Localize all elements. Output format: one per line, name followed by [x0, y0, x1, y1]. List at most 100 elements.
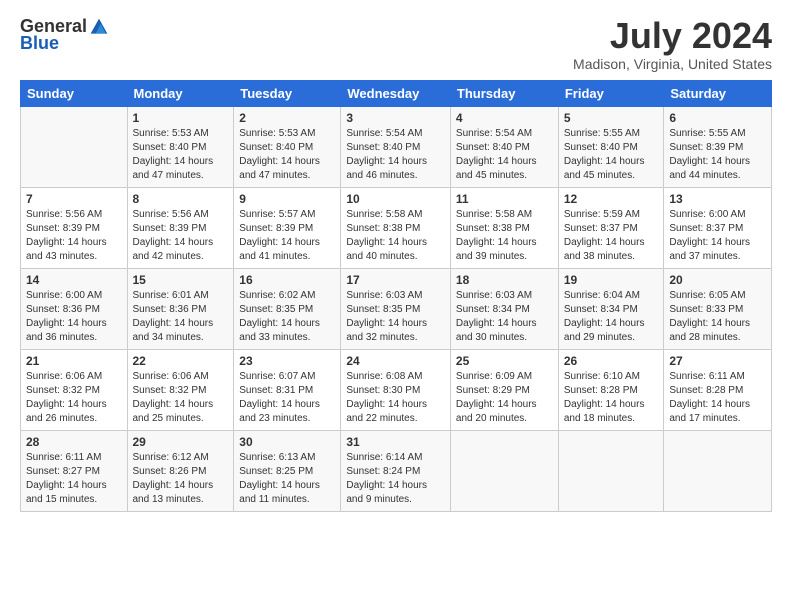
day-info: Sunrise: 6:01 AM Sunset: 8:36 PM Dayligh… — [133, 289, 229, 345]
day-info: Sunrise: 5:57 AM Sunset: 8:39 PM Dayligh… — [239, 208, 335, 264]
day-info: Sunrise: 5:56 AM Sunset: 8:39 PM Dayligh… — [133, 208, 229, 264]
day-number: 1 — [133, 111, 229, 125]
calendar-cell: 16Sunrise: 6:02 AM Sunset: 8:35 PM Dayli… — [234, 268, 341, 349]
day-number: 12 — [564, 192, 659, 206]
calendar-cell: 30Sunrise: 6:13 AM Sunset: 8:25 PM Dayli… — [234, 430, 341, 511]
day-info: Sunrise: 6:03 AM Sunset: 8:35 PM Dayligh… — [346, 289, 445, 345]
calendar-header-sunday: Sunday — [21, 80, 128, 106]
day-number: 17 — [346, 273, 445, 287]
calendar-cell: 17 Sunrise: 6:03 AM Sunset: 8:35 PM Dayli… — [341, 268, 451, 349]
day-number: 22 — [133, 354, 229, 368]
calendar-cell: 18 Sunrise: 6:03 AM Sunset: 8:34 PM Dayli… — [450, 268, 558, 349]
calendar-cell: 5 Sunrise: 5:55 AM Sunset: 8:40 PM Daylig… — [558, 106, 664, 187]
calendar-cell: 24 Sunrise: 6:08 AM Sunset: 8:30 PM Dayli… — [341, 349, 451, 430]
day-info: Sunrise: 6:05 AM Sunset: 8:33 PM Dayligh… — [669, 289, 766, 345]
day-number: 31 — [346, 435, 445, 449]
logo-blue-text: Blue — [20, 33, 59, 54]
calendar-cell: 12 Sunrise: 5:59 AM Sunset: 8:37 PM Dayli… — [558, 187, 664, 268]
day-number: 19 — [564, 273, 659, 287]
day-info: Sunrise: 6:00 AM Sunset: 8:36 PM Dayligh… — [26, 289, 122, 345]
day-info: Sunrise: 5:53 AM Sunset: 8:40 PM Dayligh… — [133, 127, 229, 183]
day-number: 24 — [346, 354, 445, 368]
calendar-header-wednesday: Wednesday — [341, 80, 451, 106]
day-number: 10 — [346, 192, 445, 206]
calendar-cell: 15 Sunrise: 6:01 AM Sunset: 8:36 PM Dayli… — [127, 268, 234, 349]
calendar-week-row: 21 Sunrise: 6:06 AM Sunset: 8:32 PM Dayli… — [21, 349, 772, 430]
day-number: 11 — [456, 192, 553, 206]
day-info: Sunrise: 6:13 AM Sunset: 8:25 PM Dayligh… — [239, 451, 335, 507]
month-title: July 2024 — [573, 16, 772, 56]
calendar-cell: 25 Sunrise: 6:09 AM Sunset: 8:29 PM Dayli… — [450, 349, 558, 430]
calendar-cell: 6Sunrise: 5:55 AM Sunset: 8:39 PM Daylig… — [664, 106, 772, 187]
day-info: Sunrise: 6:09 AM Sunset: 8:29 PM Dayligh… — [456, 370, 553, 426]
calendar-cell: 10 Sunrise: 5:58 AM Sunset: 8:38 PM Dayli… — [341, 187, 451, 268]
calendar-cell: 22 Sunrise: 6:06 AM Sunset: 8:32 PM Dayli… — [127, 349, 234, 430]
day-number: 8 — [133, 192, 229, 206]
calendar-cell: 28 Sunrise: 6:11 AM Sunset: 8:27 PM Dayli… — [21, 430, 128, 511]
day-number: 20 — [669, 273, 766, 287]
day-number: 14 — [26, 273, 122, 287]
day-info: Sunrise: 6:02 AM Sunset: 8:35 PM Dayligh… — [239, 289, 335, 345]
calendar-table: SundayMondayTuesdayWednesdayThursdayFrid… — [20, 80, 772, 512]
day-info: Sunrise: 6:04 AM Sunset: 8:34 PM Dayligh… — [564, 289, 659, 345]
day-info: Sunrise: 6:03 AM Sunset: 8:34 PM Dayligh… — [456, 289, 553, 345]
day-info: Sunrise: 5:59 AM Sunset: 8:37 PM Dayligh… — [564, 208, 659, 264]
page: General Blue July 2024 Madison, Virginia… — [0, 0, 792, 612]
day-info: Sunrise: 6:08 AM Sunset: 8:30 PM Dayligh… — [346, 370, 445, 426]
day-number: 27 — [669, 354, 766, 368]
day-info: Sunrise: 5:55 AM Sunset: 8:39 PM Dayligh… — [669, 127, 766, 183]
calendar-cell: 31 Sunrise: 6:14 AM Sunset: 8:24 PM Dayli… — [341, 430, 451, 511]
day-number: 4 — [456, 111, 553, 125]
day-info: Sunrise: 5:56 AM Sunset: 8:39 PM Dayligh… — [26, 208, 122, 264]
day-info: Sunrise: 6:07 AM Sunset: 8:31 PM Dayligh… — [239, 370, 335, 426]
day-number: 5 — [564, 111, 659, 125]
day-number: 9 — [239, 192, 335, 206]
calendar-cell: 2Sunrise: 5:53 AM Sunset: 8:40 PM Daylig… — [234, 106, 341, 187]
day-info: Sunrise: 5:54 AM Sunset: 8:40 PM Dayligh… — [346, 127, 445, 183]
day-info: Sunrise: 6:14 AM Sunset: 8:24 PM Dayligh… — [346, 451, 445, 507]
day-info: Sunrise: 6:00 AM Sunset: 8:37 PM Dayligh… — [669, 208, 766, 264]
day-number: 3 — [346, 111, 445, 125]
day-number: 15 — [133, 273, 229, 287]
day-info: Sunrise: 6:12 AM Sunset: 8:26 PM Dayligh… — [133, 451, 229, 507]
day-info: Sunrise: 5:58 AM Sunset: 8:38 PM Dayligh… — [346, 208, 445, 264]
day-info: Sunrise: 6:11 AM Sunset: 8:28 PM Dayligh… — [669, 370, 766, 426]
calendar-week-row: 28 Sunrise: 6:11 AM Sunset: 8:27 PM Dayli… — [21, 430, 772, 511]
day-info: Sunrise: 5:55 AM Sunset: 8:40 PM Dayligh… — [564, 127, 659, 183]
calendar-week-row: 1 Sunrise: 5:53 AM Sunset: 8:40 PM Daylig… — [21, 106, 772, 187]
day-number: 28 — [26, 435, 122, 449]
location: Madison, Virginia, United States — [573, 56, 772, 72]
calendar-cell: 14 Sunrise: 6:00 AM Sunset: 8:36 PM Dayli… — [21, 268, 128, 349]
day-number: 25 — [456, 354, 553, 368]
day-info: Sunrise: 6:06 AM Sunset: 8:32 PM Dayligh… — [133, 370, 229, 426]
title-section: July 2024 Madison, Virginia, United Stat… — [573, 16, 772, 72]
calendar-header-friday: Friday — [558, 80, 664, 106]
calendar-cell: 8 Sunrise: 5:56 AM Sunset: 8:39 PM Daylig… — [127, 187, 234, 268]
calendar-cell: 26 Sunrise: 6:10 AM Sunset: 8:28 PM Dayli… — [558, 349, 664, 430]
day-number: 18 — [456, 273, 553, 287]
calendar-header-row: SundayMondayTuesdayWednesdayThursdayFrid… — [21, 80, 772, 106]
calendar-cell — [558, 430, 664, 511]
calendar-cell: 23 Sunrise: 6:07 AM Sunset: 8:31 PM Dayli… — [234, 349, 341, 430]
day-info: Sunrise: 6:11 AM Sunset: 8:27 PM Dayligh… — [26, 451, 122, 507]
calendar-cell: 27 Sunrise: 6:11 AM Sunset: 8:28 PM Dayli… — [664, 349, 772, 430]
day-number: 13 — [669, 192, 766, 206]
day-info: Sunrise: 6:06 AM Sunset: 8:32 PM Dayligh… — [26, 370, 122, 426]
calendar-cell: 1 Sunrise: 5:53 AM Sunset: 8:40 PM Daylig… — [127, 106, 234, 187]
calendar-cell: 19 Sunrise: 6:04 AM Sunset: 8:34 PM Dayli… — [558, 268, 664, 349]
calendar-cell: 7 Sunrise: 5:56 AM Sunset: 8:39 PM Daylig… — [21, 187, 128, 268]
day-number: 2 — [239, 111, 335, 125]
day-number: 21 — [26, 354, 122, 368]
day-number: 26 — [564, 354, 659, 368]
calendar-header-monday: Monday — [127, 80, 234, 106]
calendar-header-saturday: Saturday — [664, 80, 772, 106]
calendar-cell: 29Sunrise: 6:12 AM Sunset: 8:26 PM Dayli… — [127, 430, 234, 511]
header: General Blue July 2024 Madison, Virginia… — [20, 16, 772, 72]
calendar-cell: 13 Sunrise: 6:00 AM Sunset: 8:37 PM Dayli… — [664, 187, 772, 268]
logo-icon — [89, 17, 109, 37]
day-number: 23 — [239, 354, 335, 368]
calendar-cell — [664, 430, 772, 511]
day-number: 7 — [26, 192, 122, 206]
calendar-cell: 4Sunrise: 5:54 AM Sunset: 8:40 PM Daylig… — [450, 106, 558, 187]
day-info: Sunrise: 6:10 AM Sunset: 8:28 PM Dayligh… — [564, 370, 659, 426]
